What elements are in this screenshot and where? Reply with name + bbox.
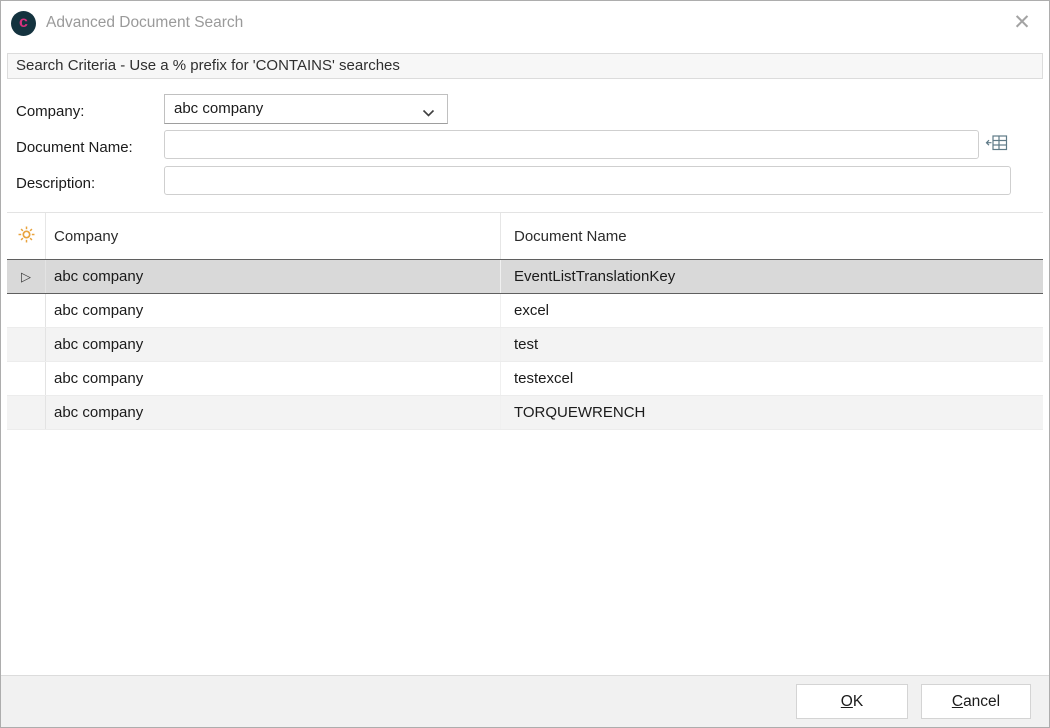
description-label: Description: [16,175,95,192]
cell-document-name: test [501,328,1043,361]
cell-company: abc company [46,396,501,429]
cell-company: abc company [46,328,501,361]
cancel-button-label: Cancel [952,693,1000,711]
cell-document-name: excel [501,294,1043,327]
window-title: Advanced Document Search [46,14,243,32]
table-row[interactable]: abc company excel [7,294,1043,328]
grid-header-row: Company Document Name [7,213,1043,260]
table-row[interactable]: abc company TORQUEWRENCH [7,396,1043,430]
grid-lookup-icon[interactable] [984,134,1008,154]
results-grid: Company Document Name ▷ abc company Even… [7,212,1043,675]
company-dropdown[interactable]: abc company [164,94,448,124]
title-bar: c Advanced Document Search ✕ [1,1,1049,47]
row-indicator: ▷ [7,260,46,293]
search-criteria-header: Search Criteria - Use a % prefix for 'CO… [7,53,1043,79]
cell-company: abc company [46,362,501,395]
description-input[interactable] [164,166,1011,195]
table-row[interactable]: ▷ abc company EventListTranslationKey [7,259,1043,294]
row-indicator [7,294,46,327]
dialog-footer: OK Cancel [1,675,1049,727]
cancel-button[interactable]: Cancel [921,684,1031,719]
ok-button-label: OK [841,693,863,711]
column-header-company[interactable]: Company [46,213,501,259]
grid-body: ▷ abc company EventListTranslationKey ab… [7,259,1043,430]
chevron-down-icon [422,105,435,123]
app-logo-letter: c [19,14,28,31]
row-indicator [7,328,46,361]
row-indicator [7,396,46,429]
cell-document-name: EventListTranslationKey [501,260,1043,293]
sun-icon [18,226,35,247]
ok-button[interactable]: OK [796,684,908,719]
column-header-document-name[interactable]: Document Name [501,213,1043,259]
row-indicator [7,362,46,395]
app-logo-icon: c [11,11,36,36]
advanced-document-search-dialog: c Advanced Document Search ✕ Search Crit… [0,0,1050,728]
cell-document-name: testexcel [501,362,1043,395]
company-dropdown-value: abc company [174,95,263,123]
close-icon[interactable]: ✕ [1009,10,1035,36]
table-row[interactable]: abc company test [7,328,1043,362]
cell-company: abc company [46,294,501,327]
grid-options-button[interactable] [7,213,46,259]
company-label: Company: [16,103,84,120]
document-name-label: Document Name: [16,139,133,156]
table-row[interactable]: abc company testexcel [7,362,1043,396]
document-name-input[interactable] [164,130,979,159]
cell-document-name: TORQUEWRENCH [501,396,1043,429]
cell-company: abc company [46,260,501,293]
